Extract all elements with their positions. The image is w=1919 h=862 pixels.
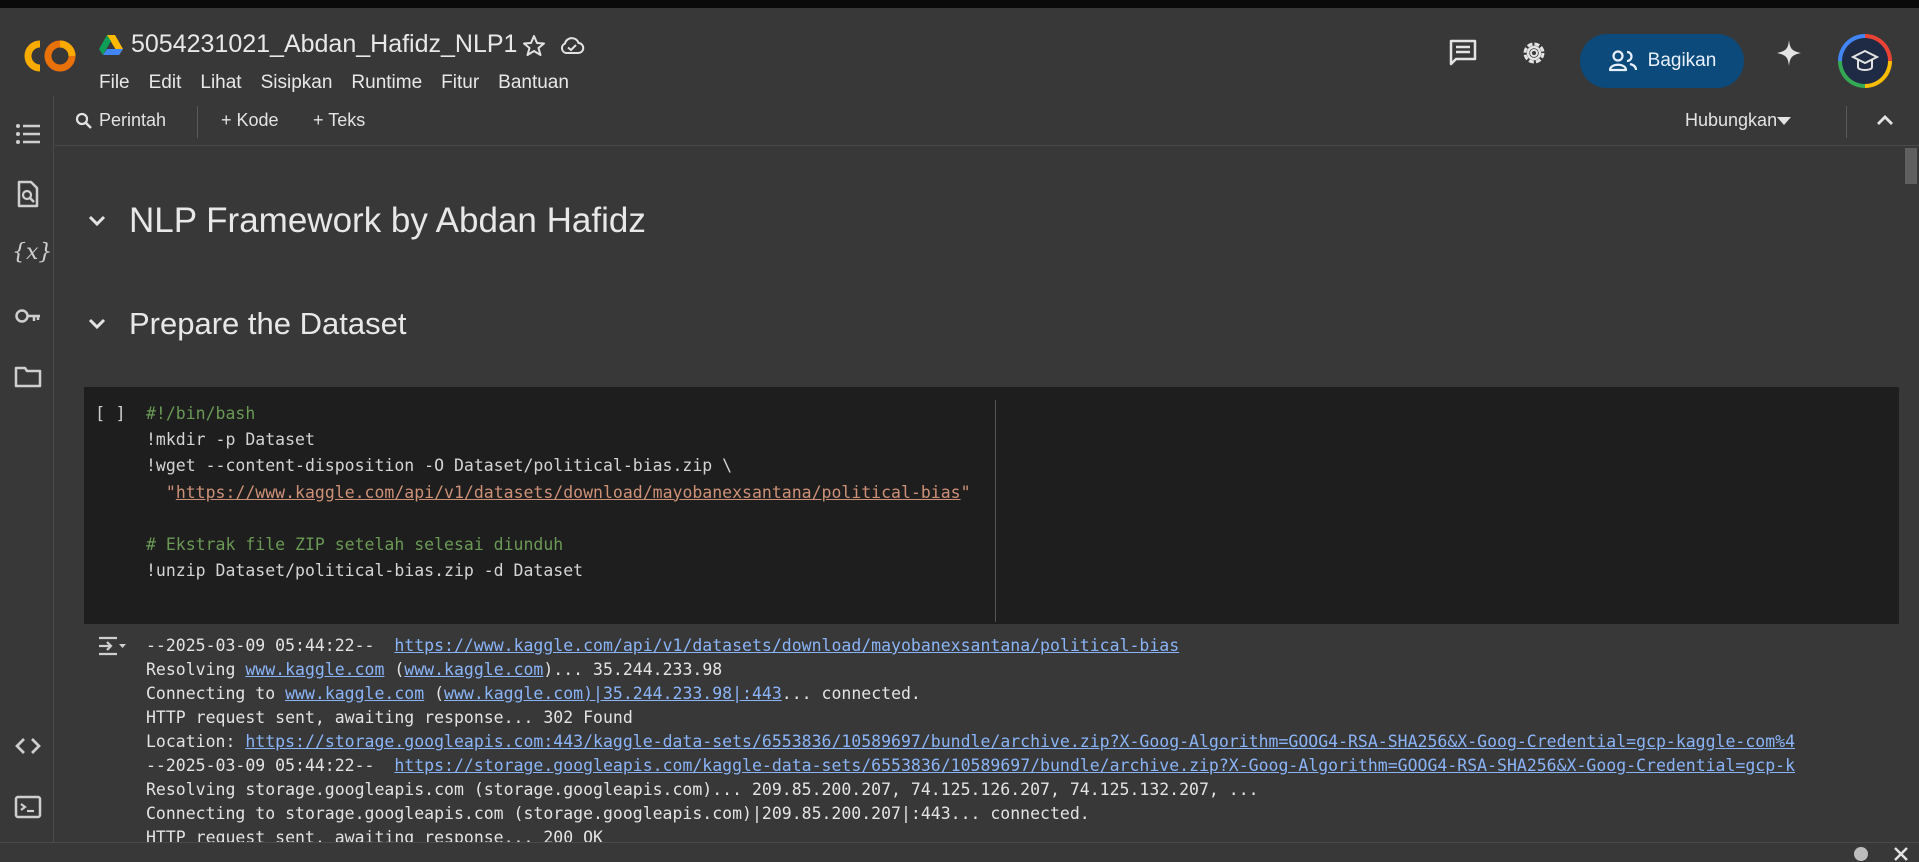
section-heading-2: Prepare the Dataset: [85, 306, 406, 342]
cell-output: --2025-03-09 05:44:22-- https://www.kagg…: [146, 634, 1795, 850]
toolbar-divider: [197, 106, 198, 138]
status-bar: [0, 842, 1919, 862]
header: 5054231021_Abdan_Hafidz_NLP1 File Edit L…: [0, 8, 1919, 96]
code-string: ": [960, 482, 971, 502]
code-line: #!/bin/bash: [146, 404, 256, 423]
connect-dropdown-icon[interactable]: [1775, 114, 1793, 128]
editor-ruler: [995, 400, 996, 622]
close-icon[interactable]: [1893, 846, 1909, 862]
output-text: Location:: [146, 732, 246, 751]
window-top-strip: [0, 0, 1919, 8]
menu-runtime[interactable]: Runtime: [351, 72, 422, 94]
output-link[interactable]: www.kaggle.com)|35.244.233.98|:443: [444, 684, 782, 703]
add-code-label: + Kode: [221, 110, 279, 130]
add-text-cell-button[interactable]: + Teks: [313, 110, 365, 131]
google-drive-icon[interactable]: [99, 34, 123, 56]
share-button-label: Bagikan: [1647, 50, 1717, 71]
menu-view[interactable]: Lihat: [200, 72, 241, 94]
output-text: Resolving: [146, 660, 246, 679]
output-text: (: [384, 660, 405, 679]
output-text: Connecting to storage.googleapis.com (st…: [146, 804, 1090, 823]
share-button[interactable]: Bagikan: [1580, 34, 1744, 88]
add-text-label: + Teks: [313, 110, 366, 130]
output-text: --2025-03-09 05:44:22--: [146, 636, 395, 655]
code-string: ": [146, 482, 176, 502]
notebook-toolbar: Perintah + Kode + Teks Hubungkan: [55, 96, 1919, 146]
notebook-title[interactable]: 5054231021_Abdan_Hafidz_NLP1: [131, 30, 517, 59]
output-text: Connecting to: [146, 684, 286, 703]
menu-help[interactable]: Bantuan: [498, 72, 569, 94]
menu-bar: File Edit Lihat Sisipkan Runtime Fitur B…: [99, 72, 588, 94]
output-link[interactable]: https://storage.googleapis.com/kaggle-da…: [394, 756, 1795, 775]
code-line: !wget --content-disposition -O Dataset/p…: [146, 456, 733, 476]
output-link[interactable]: www.kaggle.com: [245, 660, 384, 679]
command-label: Perintah: [99, 110, 167, 130]
chevron-down-icon[interactable]: [85, 312, 109, 336]
add-code-cell-button[interactable]: + Kode: [221, 110, 279, 131]
collapse-header-icon[interactable]: [1875, 112, 1895, 128]
left-sidebar: {𝑥}: [0, 96, 54, 842]
output-text: ... connected.: [781, 684, 921, 703]
output-text: (: [424, 684, 445, 703]
people-icon: [1608, 50, 1637, 72]
files-folder-icon[interactable]: [14, 362, 42, 390]
output-link[interactable]: www.kaggle.com: [285, 684, 424, 703]
variables-icon[interactable]: {𝑥}: [12, 239, 52, 267]
avatar-image: [1842, 38, 1888, 84]
gemini-sparkle-icon[interactable]: [1775, 38, 1803, 68]
heading-2-text: Prepare the Dataset: [129, 306, 407, 341]
heading-1-text: NLP Framework by Abdan Hafidz: [129, 201, 646, 240]
output-actions-icon[interactable]: [97, 635, 127, 657]
output-text: )... 35.244.233.98: [543, 660, 723, 679]
run-cell-button[interactable]: [ ]: [95, 404, 126, 424]
terminal-icon[interactable]: [14, 793, 42, 821]
search-icon: [75, 112, 92, 129]
code-snippets-icon[interactable]: [14, 732, 42, 760]
connect-runtime-button[interactable]: Hubungkan: [1685, 110, 1777, 131]
menu-tools[interactable]: Fitur: [441, 72, 479, 94]
code-comment: # Ekstrak file ZIP setelah selesai diund…: [146, 535, 564, 555]
find-in-page-icon[interactable]: [14, 180, 42, 208]
output-text: Resolving storage.googleapis.com (storag…: [146, 780, 1259, 799]
menu-insert[interactable]: Sisipkan: [261, 72, 333, 94]
settings-gear-icon[interactable]: [1519, 38, 1549, 68]
code-editor[interactable]: #!/bin/bash !mkdir -p Dataset !wget --co…: [146, 401, 971, 584]
code-line: !unzip Dataset/political-bias.zip -d Dat…: [146, 561, 584, 581]
menu-file[interactable]: File: [99, 72, 130, 94]
status-dot-icon: [1854, 847, 1868, 861]
table-of-contents-icon[interactable]: [14, 120, 42, 148]
section-heading-1: NLP Framework by Abdan Hafidz: [85, 201, 646, 241]
output-text: --2025-03-09 05:44:22--: [146, 756, 395, 775]
output-link[interactable]: https://www.kaggle.com/api/v1/datasets/d…: [394, 636, 1179, 655]
toolbar-divider-right: [1846, 106, 1847, 138]
colab-logo[interactable]: [18, 36, 80, 76]
code-url[interactable]: https://www.kaggle.com/api/v1/datasets/d…: [176, 483, 961, 502]
chevron-down-icon[interactable]: [85, 209, 109, 233]
comment-icon[interactable]: [1448, 38, 1478, 68]
output-text: HTTP request sent, awaiting response... …: [146, 708, 633, 727]
avatar-graduate-icon: [1851, 49, 1879, 71]
star-icon[interactable]: [522, 34, 546, 58]
menu-edit[interactable]: Edit: [149, 72, 182, 94]
output-link[interactable]: https://storage.googleapis.com:443/kaggl…: [245, 732, 1795, 751]
code-line: !mkdir -p Dataset: [146, 430, 315, 450]
cloud-saved-icon[interactable]: [559, 34, 585, 58]
vertical-scrollbar[interactable]: [1905, 148, 1917, 184]
output-link[interactable]: www.kaggle.com: [404, 660, 543, 679]
connect-label: Hubungkan: [1685, 110, 1778, 130]
user-avatar[interactable]: [1838, 34, 1892, 88]
secrets-key-icon[interactable]: [14, 302, 42, 330]
command-palette-button[interactable]: Perintah: [75, 110, 166, 131]
